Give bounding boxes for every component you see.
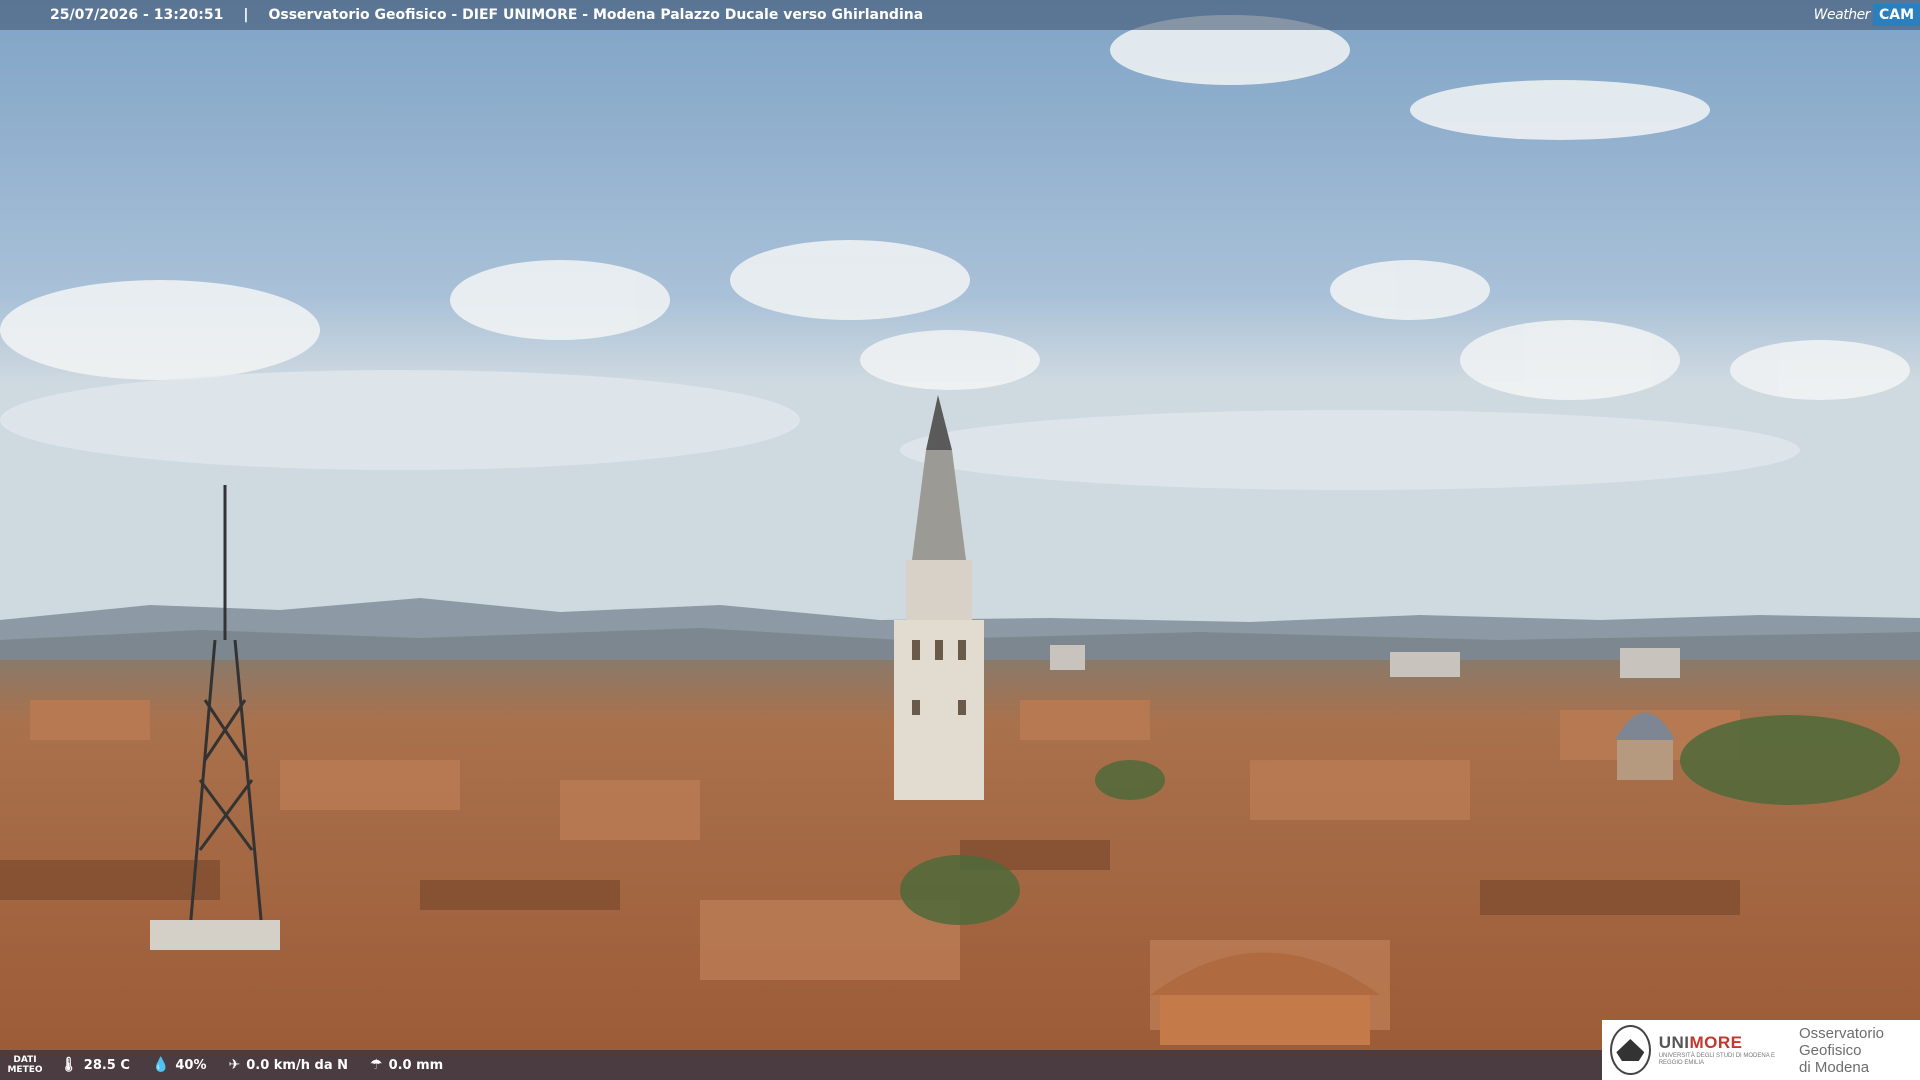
wind-reading: ✈ 0.0 km/h da N	[229, 1057, 349, 1073]
timestamp: 25/07/2026 - 13:20:51	[50, 7, 224, 23]
temperature-value: 28.5 C	[83, 1057, 130, 1073]
weathercam-logo: Weather CAM	[1814, 0, 1920, 30]
unimore-logo: UNIMORE UNIVERSITÀ DEGLI STUDI DI MODENA…	[1659, 1033, 1789, 1067]
weathercam-text: Weather	[1813, 7, 1871, 23]
meteo-label: DATI METEO	[7, 1055, 43, 1075]
university-seal-icon	[1610, 1025, 1651, 1075]
umbrella-icon: ☂	[370, 1057, 383, 1073]
meteo-bar: DATI METEO 🌡 28.5 C 💧 40% ✈ 0.0 km/h da …	[0, 1050, 1610, 1080]
observatory-name: Osservatorio Geofisico di Modena	[1798, 1024, 1885, 1076]
droplet-icon: 💧	[151, 1057, 170, 1073]
weathercam-cam: CAM	[1872, 4, 1920, 26]
wind-icon: ✈	[228, 1057, 241, 1073]
observatory-badge: UNIMORE UNIVERSITÀ DEGLI STUDI DI MODENA…	[1602, 1020, 1920, 1080]
unimore-subtitle: UNIVERSITÀ DEGLI STUDI DI MODENA E REGGI…	[1658, 1053, 1776, 1066]
thermometer-icon: 🌡	[60, 1057, 78, 1073]
humidity-value: 40%	[175, 1057, 207, 1073]
location-title: Osservatorio Geofisico - DIEF UNIMORE - …	[268, 7, 924, 23]
separator: |	[243, 7, 249, 23]
header-bar: 25/07/2026 - 13:20:51 | Osservatorio Geo…	[0, 0, 1920, 30]
webcam-image	[0, 0, 1920, 1080]
rain-value: 0.0 mm	[388, 1057, 444, 1073]
wind-value: 0.0 km/h da N	[246, 1057, 348, 1073]
rain-reading: ☂ 0.0 mm	[370, 1057, 443, 1073]
humidity-reading: 💧 40%	[152, 1057, 207, 1073]
temperature-reading: 🌡 28.5 C	[60, 1057, 130, 1073]
